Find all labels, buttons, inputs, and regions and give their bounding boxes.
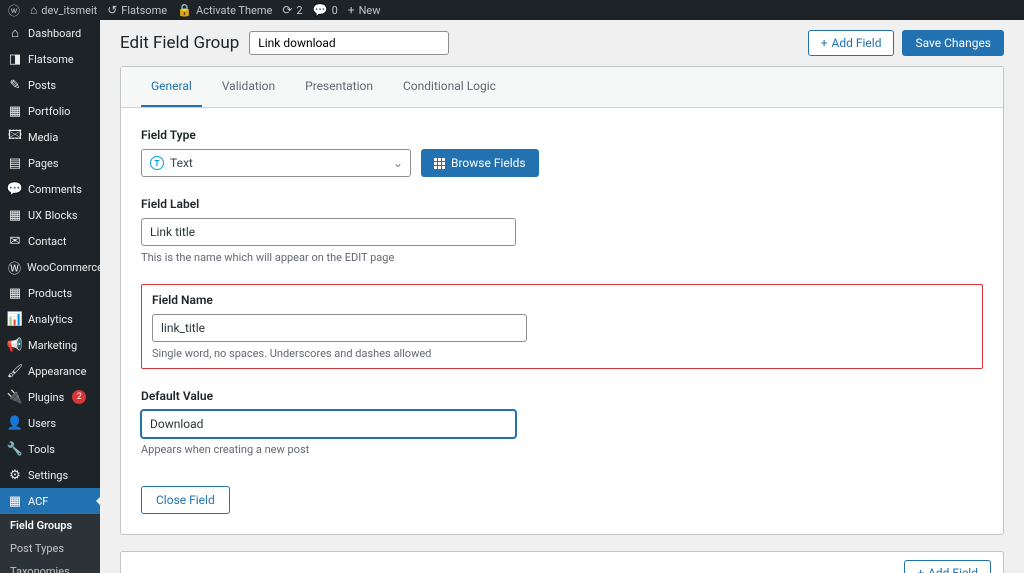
field-label-label: Field Label [141,197,983,211]
site-link[interactable]: ⌂dev_itsmeit [30,3,97,17]
field-label-input[interactable] [141,218,516,246]
field-name-group: Field Name Single word, no spaces. Under… [141,284,983,369]
posts-icon: ✎ [8,78,22,92]
field-name-label: Field Name [152,293,972,307]
field-panel: General Validation Presentation Conditio… [120,66,1004,535]
tools-icon: 🔧 [8,442,22,456]
tab-presentation[interactable]: Presentation [295,67,383,107]
field-type-select[interactable]: T Text ⌄ [141,149,411,177]
sidebar-item-pages[interactable]: ▤Pages [0,150,100,176]
dashboard-icon: ⌂ [8,26,22,40]
sidebar-item-products[interactable]: ▦Products [0,280,100,306]
sidebar-item-users[interactable]: 👤Users [0,410,100,436]
sidebar-item-flatsome[interactable]: ◨Flatsome [0,46,100,72]
page-header: Edit Field Group +Add Field Save Changes [100,20,1024,66]
sidebar-item-analytics[interactable]: 📊Analytics [0,306,100,332]
sidebar-item-dashboard[interactable]: ⌂Dashboard [0,20,100,46]
activate-theme[interactable]: 🔒Activate Theme [177,3,272,17]
field-label-help: This is the name which will appear on th… [141,251,983,264]
sidebar-item-uxblocks[interactable]: ▦UX Blocks [0,202,100,228]
add-field-button-top[interactable]: +Add Field [808,30,895,56]
tab-general[interactable]: General [141,67,202,107]
field-name-input[interactable] [152,314,527,342]
close-field-button[interactable]: Close Field [141,486,230,514]
wp-logo[interactable]: ⓦ [8,2,20,19]
tab-conditional-logic[interactable]: Conditional Logic [393,67,506,107]
field-type-label: Field Type [141,128,983,142]
default-value-label: Default Value [141,389,983,403]
new-link[interactable]: +New [348,3,381,17]
bottom-add-panel: +Add Field [120,551,1004,573]
updates-link[interactable]: ⟳2 [282,3,302,17]
field-label-group: Field Label This is the name which will … [141,197,983,264]
plugins-badge: 2 [72,390,86,404]
pages-icon: ▤ [8,156,22,170]
submenu-field-groups[interactable]: Field Groups [0,514,100,537]
page-title: Edit Field Group [120,33,239,53]
sidebar-item-media[interactable]: 🖾Media [0,124,100,150]
default-value-input[interactable] [141,410,516,438]
theme-link[interactable]: ↺Flatsome [107,3,167,17]
plugins-icon: 🔌 [8,390,22,404]
text-type-icon: T [150,156,164,170]
comments-icon: 💬 [8,182,22,196]
comments-link[interactable]: 💬0 [313,3,338,17]
default-value-help: Appears when creating a new post [141,443,983,456]
products-icon: ▦ [8,286,22,300]
grid-icon [434,158,445,169]
sidebar-item-contact[interactable]: ✉Contact [0,228,100,254]
acf-submenu: Field Groups Post Types Taxonomies Tools… [0,514,100,573]
appearance-icon: 🖌 [8,364,22,378]
sidebar-item-woocommerce[interactable]: ⓌWooCommerce [0,254,100,280]
browse-fields-button[interactable]: Browse Fields [421,149,539,177]
default-value-group: Default Value Appears when creating a ne… [141,389,983,456]
sidebar-item-tools[interactable]: 🔧Tools [0,436,100,462]
sidebar-item-settings[interactable]: ⚙Settings [0,462,100,488]
submenu-taxonomies[interactable]: Taxonomies [0,560,100,573]
media-icon: 🖾 [8,130,22,144]
uxblocks-icon: ▦ [8,208,22,222]
field-type-group: Field Type T Text ⌄ Browse Fields [141,128,983,177]
sidebar-item-portfolio[interactable]: ▦Portfolio [0,98,100,124]
plus-icon: + [917,566,924,573]
group-title-input[interactable] [249,31,449,55]
sidebar-item-appearance[interactable]: 🖌Appearance [0,358,100,384]
chevron-down-icon: ⌄ [393,156,403,170]
marketing-icon: 📢 [8,338,22,352]
submenu-post-types[interactable]: Post Types [0,537,100,560]
sidebar-item-acf[interactable]: ▦ACF [0,488,100,514]
analytics-icon: 📊 [8,312,22,326]
sidebar-item-posts[interactable]: ✎Posts [0,72,100,98]
sidebar-item-plugins[interactable]: 🔌Plugins2 [0,384,100,410]
acf-icon: ▦ [8,494,22,508]
add-field-button-bottom[interactable]: +Add Field [904,560,991,573]
portfolio-icon: ▦ [8,104,22,118]
tab-validation[interactable]: Validation [212,67,285,107]
field-tabs: General Validation Presentation Conditio… [121,67,1003,108]
woocommerce-icon: Ⓦ [8,260,21,274]
users-icon: 👤 [8,416,22,430]
sidebar-item-comments[interactable]: 💬Comments [0,176,100,202]
contact-icon: ✉ [8,234,22,248]
save-changes-button[interactable]: Save Changes [902,30,1004,56]
field-name-help: Single word, no spaces. Underscores and … [152,347,972,360]
settings-icon: ⚙ [8,468,22,482]
sidebar-item-marketing[interactable]: 📢Marketing [0,332,100,358]
main-content: Edit Field Group +Add Field Save Changes… [100,20,1024,573]
admin-sidebar: ⌂Dashboard ◨Flatsome ✎Posts ▦Portfolio 🖾… [0,20,100,573]
admin-bar: ⓦ ⌂dev_itsmeit ↺Flatsome 🔒Activate Theme… [0,0,1024,20]
plus-icon: + [821,36,828,50]
flatsome-icon: ◨ [8,52,22,66]
